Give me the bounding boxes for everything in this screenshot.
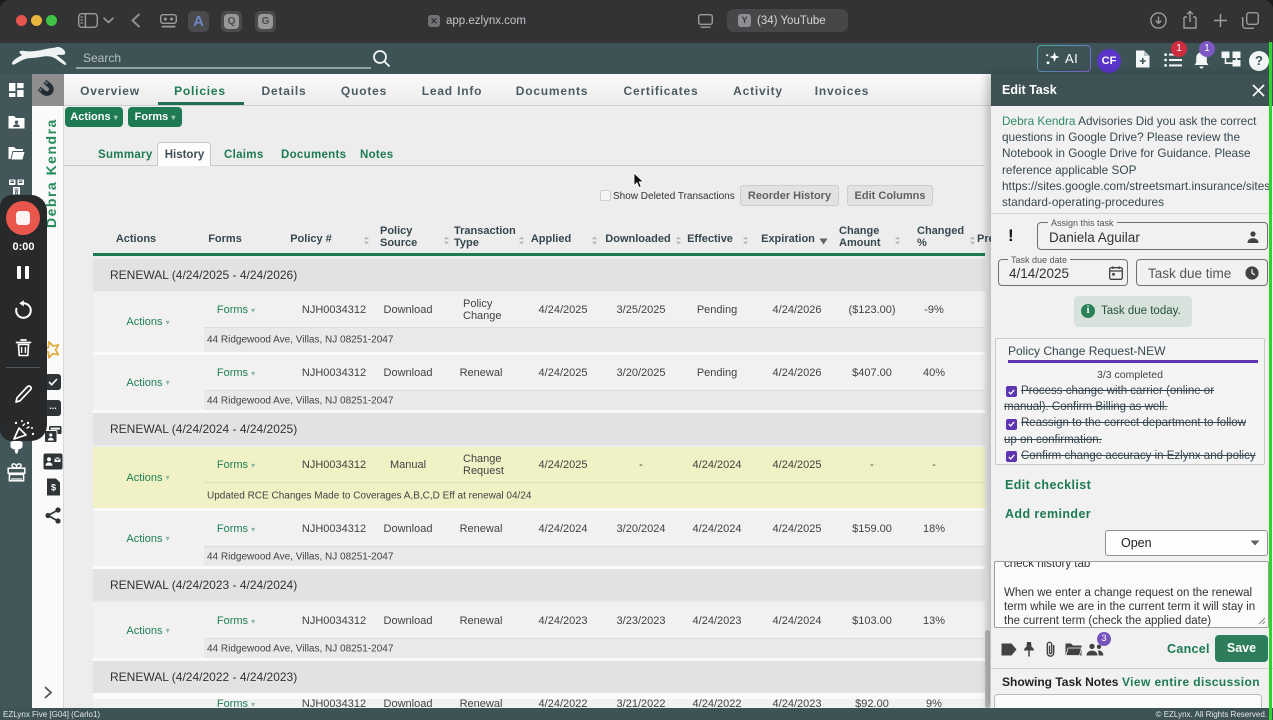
svg-text:$: $ xyxy=(51,483,56,493)
